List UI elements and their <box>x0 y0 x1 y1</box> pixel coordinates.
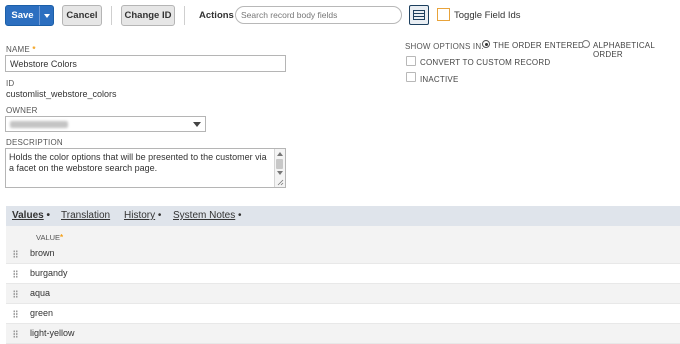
toggle-field-ids-label: Toggle Field Ids <box>454 10 521 21</box>
inactive-label: INACTIVE <box>420 75 459 84</box>
table-row[interactable]: green <box>6 304 680 324</box>
tab-values[interactable]: Values • <box>12 210 50 221</box>
subtab-bar: Values • Translation History • System No… <box>6 206 680 226</box>
table-row[interactable]: light-yellow <box>6 324 680 344</box>
name-input-value: Webstore Colors <box>10 58 77 69</box>
drag-handle-icon[interactable] <box>13 290 18 298</box>
chevron-down-icon <box>193 122 201 127</box>
row-value: aqua <box>30 288 51 298</box>
tab-system-notes[interactable]: System Notes • <box>173 210 242 221</box>
row-value: burgandy <box>30 268 68 278</box>
row-value: light-yellow <box>30 328 75 338</box>
change-id-button[interactable]: Change ID <box>121 5 175 26</box>
tab-translation[interactable]: Translation <box>61 210 110 221</box>
save-menu-chevron-down-icon[interactable] <box>40 6 53 25</box>
table-row[interactable]: brown <box>6 244 680 264</box>
required-star-icon: * <box>60 233 64 242</box>
save-button-label[interactable]: Save <box>6 6 40 25</box>
inactive-checkbox[interactable] <box>406 72 416 82</box>
radio-order-entered-label: THE ORDER ENTERED <box>493 41 584 50</box>
owner-redacted-value <box>10 120 68 128</box>
drag-handle-icon[interactable] <box>13 310 18 318</box>
table-row[interactable]: burgandy <box>6 264 680 284</box>
drag-handle-icon[interactable] <box>13 250 18 258</box>
required-star-icon: * <box>32 45 36 54</box>
radio-alphabetical-label: ALPHABETICAL ORDER <box>593 41 655 59</box>
radio-alphabetical[interactable] <box>582 40 590 48</box>
resize-handle-icon[interactable] <box>277 179 284 186</box>
table-row[interactable]: aqua <box>6 284 680 304</box>
list-layout-icon <box>413 10 425 20</box>
layout-toggle-button[interactable] <box>409 5 429 25</box>
toolbar-divider <box>184 6 185 25</box>
row-value: brown <box>30 248 55 258</box>
values-list: brown burgandy aqua green light-yellow <box>6 244 680 344</box>
owner-label: OWNER <box>6 106 38 115</box>
scrollbar-thumb[interactable] <box>276 159 283 169</box>
owner-select[interactable] <box>5 116 206 132</box>
drag-handle-icon[interactable] <box>13 270 18 278</box>
convert-label: CONVERT TO CUSTOM RECORD <box>420 58 551 67</box>
name-input[interactable]: Webstore Colors <box>5 55 286 72</box>
search-input[interactable] <box>235 6 402 24</box>
radio-order-entered[interactable] <box>482 40 490 48</box>
cancel-button[interactable]: Cancel <box>62 5 102 26</box>
save-button[interactable]: Save <box>5 5 54 26</box>
show-options-label: SHOW OPTIONS IN: <box>405 42 484 51</box>
column-header-value: VALUE* <box>36 233 64 242</box>
table-header: VALUE* <box>6 226 680 244</box>
row-value: green <box>30 308 54 318</box>
actions-menu[interactable]: Actions <box>199 10 234 21</box>
id-value: customlist_webstore_colors <box>6 89 117 99</box>
name-label: NAME * <box>6 45 36 54</box>
scroll-up-icon[interactable] <box>277 152 283 156</box>
description-label: DESCRIPTION <box>6 138 63 147</box>
scroll-down-icon[interactable] <box>277 171 283 175</box>
radio-selected-dot <box>484 42 488 46</box>
toolbar-divider <box>111 6 112 25</box>
id-label: ID <box>6 79 15 88</box>
toggle-field-ids-checkbox[interactable] <box>437 8 450 21</box>
convert-checkbox[interactable] <box>406 56 416 66</box>
tab-history[interactable]: History • <box>124 210 161 221</box>
description-textarea[interactable]: Holds the color options that will be pre… <box>5 148 286 188</box>
drag-handle-icon[interactable] <box>13 330 18 338</box>
description-text: Holds the color options that will be pre… <box>9 152 267 173</box>
